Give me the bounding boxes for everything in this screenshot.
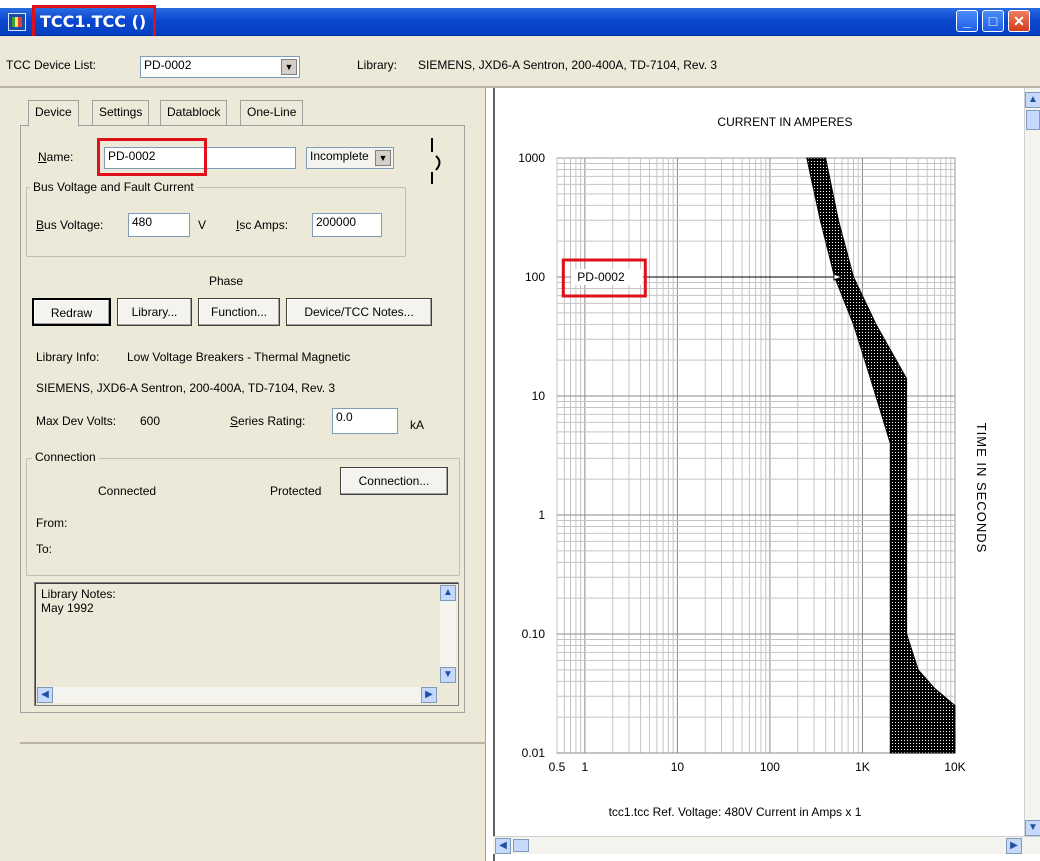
notes-hscrollbar[interactable]: ◀ ▶ bbox=[37, 687, 437, 703]
y-tick-label: 1 bbox=[538, 508, 545, 522]
tab-device[interactable]: Device bbox=[28, 100, 79, 127]
x-tick-label: 10 bbox=[671, 760, 685, 774]
y-tick-label: 100 bbox=[525, 270, 545, 284]
chart-hscrollbar[interactable]: ◀ ▶ bbox=[493, 836, 1040, 854]
scroll-right-icon[interactable]: ▶ bbox=[421, 687, 437, 703]
x-tick-label: 1 bbox=[582, 760, 589, 774]
title-bar[interactable]: TCC1.TCC () _ □ ✕ bbox=[0, 8, 1040, 36]
connected-label: Connected bbox=[98, 484, 157, 498]
close-icon: ✕ bbox=[1013, 13, 1025, 29]
close-button[interactable]: ✕ bbox=[1008, 10, 1030, 32]
redraw-button[interactable]: Redraw bbox=[32, 298, 111, 326]
tcc-chart-panel[interactable]: PD-0002 0.5 1 10 100 1K 10K 1000 100 10 1 0.10 0.01… bbox=[493, 88, 1040, 861]
device-list-value: PD-0002 bbox=[144, 58, 192, 72]
isc-value: 200000 bbox=[316, 215, 357, 229]
x-tick-label: 10K bbox=[944, 760, 965, 774]
isc-label: Isc Amps: bbox=[236, 218, 289, 232]
connection-button-label: Connection... bbox=[358, 474, 430, 488]
x-tick-label: 100 bbox=[760, 760, 780, 774]
tab-label: Device bbox=[35, 105, 72, 119]
minimize-icon: _ bbox=[963, 13, 971, 29]
chart-title: CURRENT IN AMPERES bbox=[717, 115, 852, 129]
scroll-right-icon[interactable]: ▶ bbox=[1006, 838, 1022, 854]
max-dev-volts-label: Max Dev Volts: bbox=[36, 414, 117, 428]
name-label: Name: bbox=[38, 150, 74, 164]
name-highlight-box bbox=[97, 138, 207, 176]
status-value: Incomplete bbox=[310, 149, 369, 163]
scroll-thumb[interactable] bbox=[513, 839, 529, 852]
notes-button-label: Device/TCC Notes... bbox=[304, 305, 414, 319]
device-list-bar: TCC Device List: PD-0002 ▼ Library: SIEM… bbox=[0, 36, 1040, 86]
library-value: SIEMENS, JXD6-A Sentron, 200-400A, TD-71… bbox=[418, 58, 718, 72]
tab-label: Datablock bbox=[167, 105, 221, 119]
device-tcc-notes-button[interactable]: Device/TCC Notes... bbox=[286, 298, 432, 326]
bus-voltage-label: Bus Voltage: bbox=[36, 218, 104, 232]
chart-vscrollbar[interactable]: ▲ ▼ bbox=[1024, 88, 1040, 836]
panel-divider bbox=[20, 742, 486, 744]
library-notes-box[interactable]: Library Notes: May 1992 ▲ ▼ ◀ ▶ bbox=[34, 582, 459, 706]
function-button[interactable]: Function... bbox=[198, 298, 280, 326]
library-label: Library: bbox=[357, 58, 398, 72]
series-rating-unit: kA bbox=[410, 418, 425, 432]
redraw-label: Redraw bbox=[50, 306, 93, 320]
tab-one-line[interactable]: One-Line bbox=[240, 100, 304, 126]
library-button-label: Library... bbox=[131, 305, 178, 319]
chart-footer: tcc1.tcc Ref. Voltage: 480V Current in A… bbox=[609, 805, 862, 819]
scroll-up-icon[interactable]: ▲ bbox=[440, 585, 456, 601]
y-tick-label: 0.01 bbox=[522, 746, 546, 760]
scroll-down-icon[interactable]: ▼ bbox=[1025, 820, 1040, 836]
connection-button[interactable]: Connection... bbox=[340, 467, 448, 495]
library-button[interactable]: Library... bbox=[117, 298, 192, 326]
max-dev-volts-value: 600 bbox=[140, 414, 161, 428]
y-tick-label: 1000 bbox=[518, 151, 545, 165]
status-select[interactable]: Incomplete ▼ bbox=[306, 147, 394, 169]
x-tick-label: 0.5 bbox=[549, 760, 566, 774]
bus-voltage-value: 480 bbox=[132, 215, 153, 229]
isc-field[interactable]: 200000 bbox=[312, 213, 382, 237]
function-button-label: Function... bbox=[210, 305, 268, 319]
notes-vscrollbar[interactable]: ▲ ▼ bbox=[440, 585, 456, 683]
scroll-down-icon[interactable]: ▼ bbox=[440, 667, 456, 683]
connection-title: Connection bbox=[32, 450, 99, 464]
app-icon bbox=[8, 13, 26, 31]
scroll-thumb[interactable] bbox=[1026, 110, 1040, 130]
tcc-chart[interactable]: PD-0002 0.5 1 10 100 1K 10K 1000 100 10 1 0.10 0.01… bbox=[495, 88, 1025, 836]
library-info-line2: SIEMENS, JXD6-A Sentron, 200-400A, TD-71… bbox=[36, 381, 336, 395]
phase-label: Phase bbox=[209, 274, 244, 288]
bus-voltage-field[interactable]: 480 bbox=[128, 213, 190, 237]
to-label: To: bbox=[36, 542, 53, 556]
tab-settings[interactable]: Settings bbox=[92, 100, 150, 126]
series-rating-field[interactable]: 0.0 bbox=[332, 408, 398, 434]
tab-datablock[interactable]: Datablock bbox=[160, 100, 228, 126]
library-notes-text: Library Notes: May 1992 bbox=[41, 587, 116, 615]
y-axis-label: TIME IN SECONDS bbox=[974, 423, 989, 554]
device-list-label: TCC Device List: bbox=[6, 58, 97, 72]
chevron-down-icon[interactable]: ▼ bbox=[281, 59, 297, 75]
x-tick-label: 1K bbox=[855, 760, 870, 774]
bus-voltage-unit: V bbox=[198, 218, 207, 232]
from-label: From: bbox=[36, 516, 68, 530]
library-info-value: Low Voltage Breakers - Thermal Magnetic bbox=[127, 350, 351, 364]
maximize-button[interactable]: □ bbox=[982, 10, 1004, 32]
tab-label: One-Line bbox=[247, 105, 297, 119]
y-tick-label: 10 bbox=[532, 389, 546, 403]
scroll-left-icon[interactable]: ◀ bbox=[495, 838, 511, 854]
series-rating-label: Series Rating: bbox=[230, 414, 306, 428]
device-list-select[interactable]: PD-0002 ▼ bbox=[140, 56, 300, 78]
tab-label: Settings bbox=[99, 105, 143, 119]
library-info-label: Library Info: bbox=[36, 350, 100, 364]
series-rating-value: 0.0 bbox=[336, 410, 353, 424]
protected-label: Protected bbox=[270, 484, 322, 498]
bus-group-title: Bus Voltage and Fault Current bbox=[30, 180, 197, 194]
y-tick-label: 0.10 bbox=[522, 627, 546, 641]
minimize-button[interactable]: _ bbox=[956, 10, 978, 32]
maximize-icon: □ bbox=[988, 13, 998, 29]
breaker-symbol-icon bbox=[431, 138, 441, 184]
chevron-down-icon[interactable]: ▼ bbox=[375, 150, 391, 166]
scroll-left-icon[interactable]: ◀ bbox=[37, 687, 53, 703]
scroll-up-icon[interactable]: ▲ bbox=[1025, 92, 1040, 108]
device-curve-label: PD-0002 bbox=[577, 270, 625, 284]
